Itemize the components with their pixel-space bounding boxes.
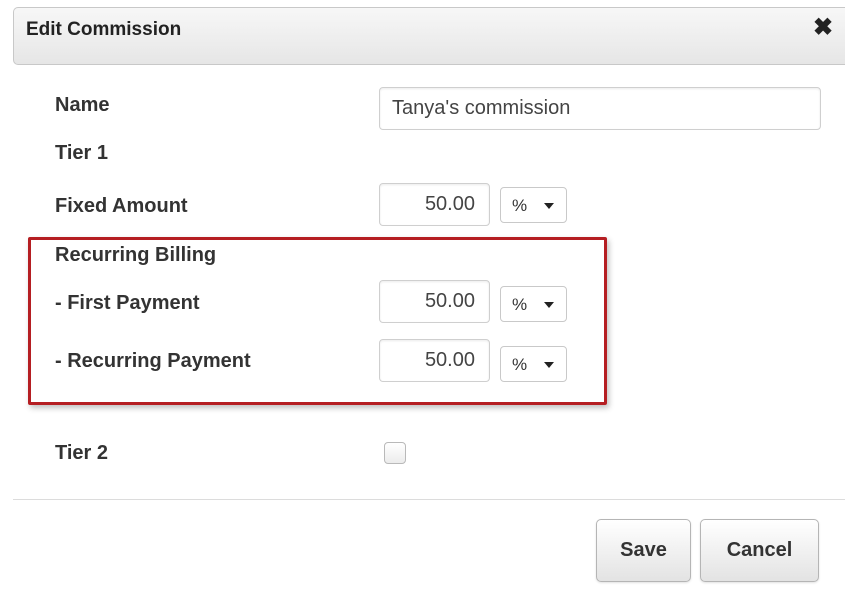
recurring-billing-label: Recurring Billing [55,244,217,266]
name-input[interactable] [379,87,821,130]
recurring-payment-input[interactable] [379,339,490,382]
chevron-down-icon [544,302,554,308]
save-button[interactable]: Save [596,519,691,582]
cancel-button[interactable]: Cancel [700,519,819,582]
first-payment-unit-value: % [512,295,528,314]
dialog-title: Edit Commission [26,19,182,40]
first-payment-unit-select[interactable]: % [500,286,567,322]
recurring-payment-unit-select[interactable]: % [500,346,567,382]
first-payment-input[interactable] [379,280,490,323]
fixed-amount-label: Fixed Amount [55,195,188,217]
tier2-label: Tier 2 [55,442,108,464]
footer-divider [13,499,845,500]
recurring-payment-label: - Recurring Payment [55,350,251,372]
first-payment-label: - First Payment [55,292,200,314]
tier1-label: Tier 1 [55,142,108,164]
recurring-payment-unit-value: % [512,355,528,374]
tier2-checkbox[interactable] [384,442,406,464]
fixed-amount-input[interactable] [379,183,490,226]
fixed-amount-unit-select[interactable]: % [500,187,567,223]
edit-commission-dialog: Edit Commission ✖ Name Tier 1 Fixed Amou… [0,0,845,606]
chevron-down-icon [544,203,554,209]
name-label: Name [55,94,110,116]
chevron-down-icon [544,362,554,368]
fixed-amount-unit-value: % [512,196,528,215]
close-icon[interactable]: ✖ [811,16,835,40]
